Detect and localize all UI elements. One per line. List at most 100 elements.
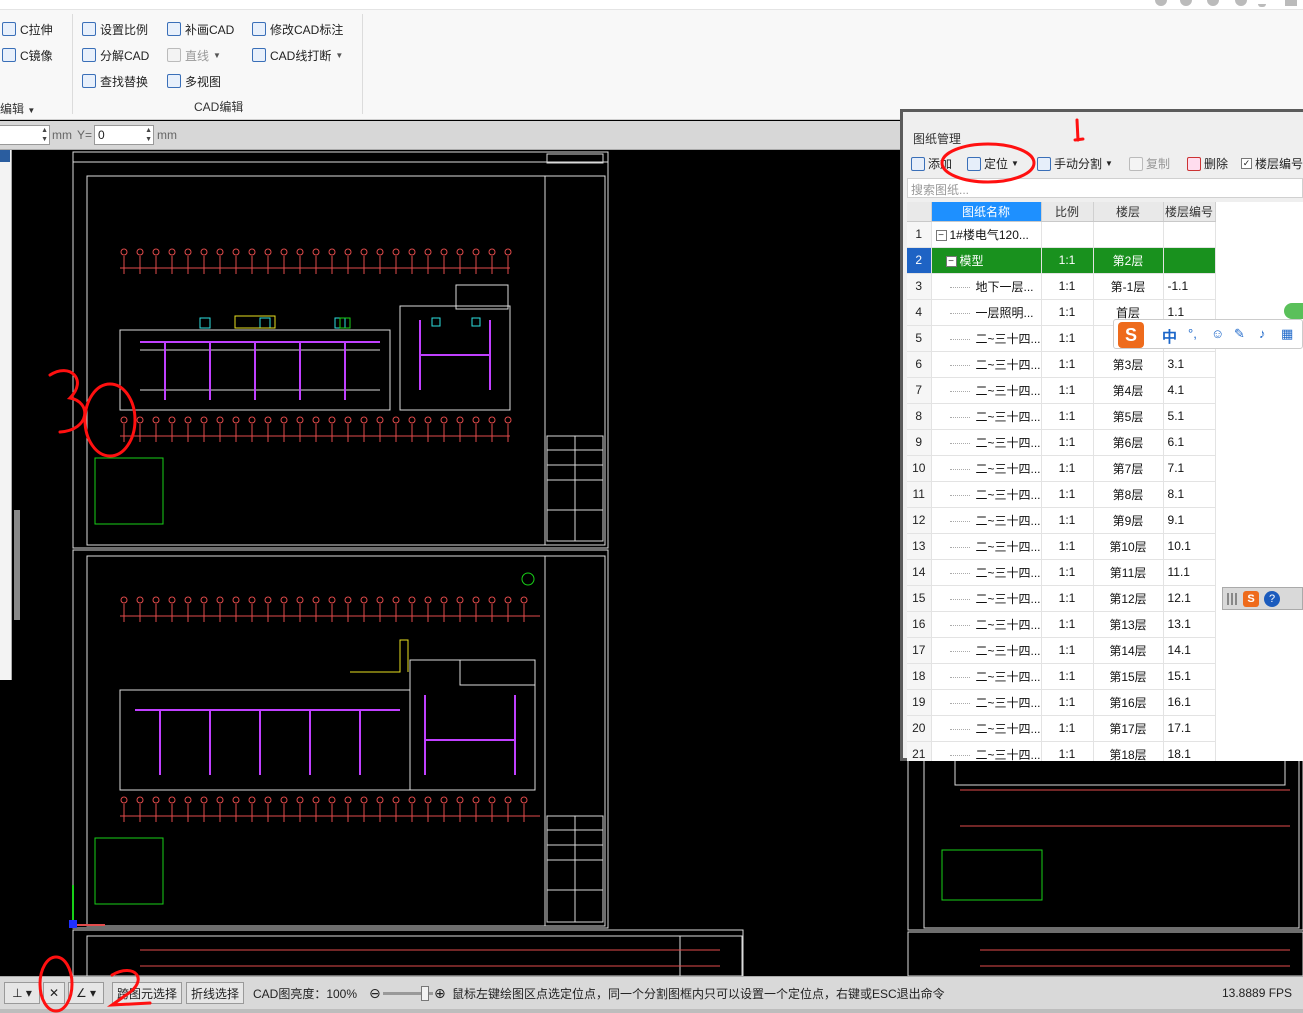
floor-number-toggle[interactable]: ✓ 楼层编号	[1241, 155, 1303, 172]
brightness-slider[interactable]	[383, 986, 433, 1001]
axis-bubble	[440, 596, 448, 604]
row-number-text: 7	[915, 383, 923, 397]
bell-icon[interactable]	[1180, 0, 1192, 6]
column-header-floor-no[interactable]: 楼层编号	[1163, 202, 1216, 222]
emoji-icon[interactable]: ☺	[1211, 326, 1224, 341]
axis-bubble	[456, 796, 464, 804]
pen-icon[interactable]: ✎	[1234, 326, 1245, 342]
cell-floor-no: 18.1	[1163, 741, 1216, 761]
table-row[interactable]: 11 二~三十四... 1:1 第8层 8.1	[907, 481, 1216, 508]
cell-name: 二~三十四...	[931, 715, 1042, 742]
cell-floor-no-text: 7.1	[1167, 461, 1185, 475]
slider-thumb[interactable]	[421, 986, 429, 1001]
edit-cad-annotation-button[interactable]: 修改CAD标注	[252, 19, 343, 39]
c-stretch-button[interactable]: C拉伸	[2, 19, 53, 39]
x-coordinate-input[interactable]: ▲ ▼	[0, 125, 50, 145]
y-coordinate-input[interactable]: 0 ▲ ▼	[94, 125, 154, 145]
notification-icon[interactable]	[1155, 0, 1167, 6]
cell-scale: 1:1	[1041, 611, 1094, 638]
left-panel-tab[interactable]	[0, 150, 10, 162]
table-row[interactable]: 15 二~三十四... 1:1 第12层 12.1	[907, 585, 1216, 612]
line-button[interactable]: 直线 ▼	[167, 45, 221, 65]
polyline-select-button[interactable]: 折线选择	[186, 982, 245, 1004]
table-row[interactable]: 8 二~三十四... 1:1 第5层 5.1	[907, 403, 1216, 430]
ortho-toggle-icon[interactable]: ✕	[43, 982, 65, 1004]
column-header-floor[interactable]: 楼层	[1093, 202, 1164, 222]
delete-button[interactable]: 删除	[1187, 155, 1228, 172]
copy-button[interactable]: 复制	[1129, 155, 1170, 172]
table-row[interactable]: 12 二~三十四... 1:1 第9层 9.1	[907, 507, 1216, 534]
explode-cad-button[interactable]: 分解CAD	[82, 45, 149, 65]
zoom-out-icon[interactable]: ⊖	[369, 982, 381, 1004]
cell-floor: 第18层	[1093, 741, 1164, 761]
settings-icon[interactable]	[1235, 0, 1247, 6]
multi-view-button[interactable]: 多视图	[167, 71, 221, 91]
sogou-logo-icon[interactable]: S	[1118, 322, 1144, 348]
cad-break-line-button[interactable]: CAD线打断 ▼	[252, 45, 343, 65]
snap-mode-dropdown[interactable]: ⊥ ▾	[4, 982, 40, 1004]
ime-punctuation[interactable]: °,	[1188, 326, 1197, 341]
user-icon[interactable]	[1207, 0, 1219, 6]
microphone-icon[interactable]: ♪	[1259, 326, 1266, 341]
edit-group-label[interactable]: 编辑 ▼	[0, 100, 35, 117]
cell-floor-no-text: 10.1	[1167, 539, 1191, 553]
collapse-toggle-icon[interactable]: −	[945, 255, 957, 267]
table-row[interactable]: 2 − 模型 1:1 第2层	[907, 247, 1216, 274]
axis-bubble	[216, 596, 224, 604]
collapse-toggle-icon[interactable]: −	[935, 229, 947, 241]
table-row[interactable]: 9 二~三十四... 1:1 第6层 6.1	[907, 429, 1216, 456]
cell-floor-no: 9.1	[1163, 507, 1216, 534]
cell-scale-text: 1:1	[1058, 409, 1076, 423]
table-row[interactable]: 14 二~三十四... 1:1 第11层 11.1	[907, 559, 1216, 586]
axis-bubble	[408, 596, 416, 604]
row-number-text: 19	[912, 695, 926, 709]
table-row[interactable]: 1−1#楼电气120...	[907, 221, 1216, 248]
cell-scale-text: 1:1	[1058, 487, 1076, 501]
add-drawing-button[interactable]: 添加	[911, 155, 952, 172]
table-row[interactable]: 18 二~三十四... 1:1 第15层 15.1	[907, 663, 1216, 690]
cross-element-select-button[interactable]: 跨图元选择	[112, 982, 183, 1004]
set-scale-button[interactable]: 设置比例	[82, 19, 148, 39]
axis-bubble	[360, 796, 368, 804]
table-row[interactable]: 19 二~三十四... 1:1 第16层 16.1	[907, 689, 1216, 716]
spinner-arrows-icon[interactable]: ▲ ▼	[145, 126, 152, 144]
table-row[interactable]: 16 二~三十四... 1:1 第13层 13.1	[907, 611, 1216, 638]
help-icon[interactable]: ?	[1264, 591, 1280, 607]
locate-button[interactable]: 定位 ▼	[967, 155, 1019, 172]
cell-floor-no-text: 15.1	[1167, 669, 1191, 683]
row-number: 10	[907, 455, 932, 482]
spinner-arrows-icon[interactable]: ▲ ▼	[41, 126, 48, 144]
sogou-logo-icon[interactable]: S	[1243, 591, 1259, 607]
table-row[interactable]: 6 二~三十四... 1:1 第3层 3.1	[907, 351, 1216, 378]
drag-handle-icon[interactable]	[1227, 593, 1237, 605]
angle-mode-dropdown[interactable]: ∠ ▾	[68, 982, 104, 1004]
manual-split-button[interactable]: 手动分割 ▼	[1037, 155, 1113, 172]
row-number: 16	[907, 611, 932, 638]
column-header-name[interactable]: 图纸名称	[931, 202, 1042, 222]
table-row[interactable]: 17 二~三十四... 1:1 第14层 14.1	[907, 637, 1216, 664]
floating-assistant-icon[interactable]	[1284, 303, 1303, 319]
grid-menu-icon[interactable]: ▦	[1281, 326, 1293, 342]
find-replace-button[interactable]: 查找替换	[82, 71, 148, 91]
table-row[interactable]: 13 二~三十四... 1:1 第10层 10.1	[907, 533, 1216, 560]
stretch-icon	[2, 22, 16, 36]
cell-scale-text: 1:1	[1058, 435, 1076, 449]
table-row[interactable]: 10 二~三十四... 1:1 第7层 7.1	[907, 455, 1216, 482]
checkbox-checked-icon[interactable]: ✓	[1241, 158, 1252, 169]
cell-floor-no	[1163, 247, 1216, 274]
c-mirror-button[interactable]: C镜像	[2, 45, 53, 65]
ime-chinese-mode[interactable]: 中	[1162, 326, 1177, 347]
table-row[interactable]: 21 二~三十四... 1:1 第18层 18.1	[907, 741, 1216, 761]
maximize-icon[interactable]	[1285, 0, 1297, 6]
minimize-icon[interactable]	[1258, 4, 1266, 7]
column-header-scale[interactable]: 比例	[1041, 202, 1094, 222]
drawing-search-input[interactable]: 搜索图纸...	[907, 178, 1303, 198]
cell-floor-text: 第12层	[1109, 591, 1147, 606]
table-row[interactable]: 7 二~三十四... 1:1 第4层 4.1	[907, 377, 1216, 404]
draw-cad-button[interactable]: 补画CAD	[167, 19, 234, 39]
zoom-in-icon[interactable]: ⊕	[434, 982, 446, 1004]
table-row[interactable]: 20 二~三十四... 1:1 第17层 17.1	[907, 715, 1216, 742]
cell-scale-text: 1:1	[1058, 721, 1076, 735]
table-row[interactable]: 3 地下一层... 1:1 第-1层 -1.1	[907, 273, 1216, 300]
axis-bubble	[168, 596, 176, 604]
